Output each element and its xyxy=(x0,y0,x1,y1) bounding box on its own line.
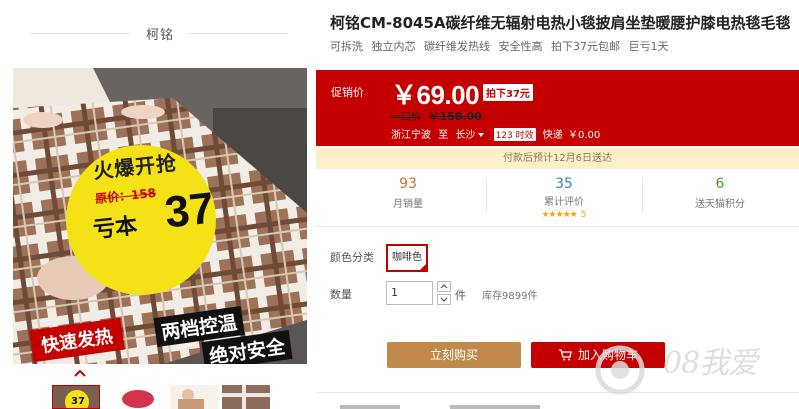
selected-check-icon xyxy=(418,262,428,272)
shop-header-rule-right xyxy=(188,33,288,34)
ship-from: 浙江宁波 xyxy=(391,130,431,141)
stat-tmall-points: 6 送天猫积分 xyxy=(642,172,798,210)
quantity-decrease-button[interactable] xyxy=(437,294,451,305)
stat-reviews[interactable]: 35 累计评价 ★★★★★ 5 xyxy=(486,172,642,220)
thumbnail-1-label: 37 xyxy=(71,396,85,407)
thumbnail-1[interactable]: 37 xyxy=(52,385,100,409)
product-title: 柯铭CM-8045A碳纤维无辐射电热小毯披肩坐垫暖腰护膝电热毯毛毯 xyxy=(330,14,791,32)
add-to-cart-button[interactable]: 加入购物车 xyxy=(531,342,665,368)
current-price: ￥69.00 xyxy=(391,80,480,110)
main-product-image[interactable]: 火爆开抢 原价：158 亏本 37 快速发热 两档控温 绝对安全 xyxy=(13,68,307,364)
thumbnail-2[interactable] xyxy=(116,385,164,409)
shop-header: 柯铭 xyxy=(0,14,320,50)
delivery-estimate: 付款后预计12月6日送达 xyxy=(316,148,799,169)
buy-now-button[interactable]: 立刻购买 xyxy=(387,342,521,368)
tag: 碳纤维发热线 xyxy=(424,40,490,53)
color-option-coffee[interactable]: 咖啡色 xyxy=(386,244,428,272)
reviews-label: 累计评价 xyxy=(544,197,584,208)
reviews-value: 35 xyxy=(555,176,573,192)
ship-to-select[interactable]: 长沙 xyxy=(455,130,475,141)
star-icons: ★★★★★ xyxy=(541,210,577,220)
quantity-input[interactable]: 1 xyxy=(386,281,433,305)
watermark-text: 08我爱 xyxy=(663,346,758,381)
stats-row: 93 月销量 35 累计评价 ★★★★★ 5 6 送天猫积分 xyxy=(330,172,799,224)
stats-divider-line xyxy=(316,226,799,227)
quantity-increase-button[interactable] xyxy=(437,281,451,292)
product-tags: 可拆洗 独立内芯 碳纤维发热线 安全性高 拍下37元包邮 巨亏1天 xyxy=(330,38,674,54)
color-option-label: 咖啡色 xyxy=(392,252,422,263)
tag: 安全性高 xyxy=(498,40,543,53)
star-count: 5 xyxy=(580,210,587,220)
delivery-time-badge: 123 时效 xyxy=(493,128,536,141)
promo-price-number: 37 xyxy=(162,183,217,238)
stat-monthly-sales: 93 月销量 xyxy=(330,172,486,210)
add-to-cart-label: 加入购物车 xyxy=(577,348,638,362)
caret-up-icon xyxy=(440,284,448,289)
ship-method: 快递 xyxy=(542,130,563,141)
caret-down-icon xyxy=(440,297,448,302)
tag: 独立内芯 xyxy=(371,40,416,53)
tmall-points-label: 送天猫积分 xyxy=(695,199,745,210)
cropped-content xyxy=(450,405,540,409)
chevron-down-icon[interactable] xyxy=(478,132,485,137)
thumbnail-3-image xyxy=(170,385,218,409)
ship-to-label: 至 xyxy=(438,130,449,141)
chevron-up-icon[interactable] xyxy=(74,368,86,378)
thumbnail-3[interactable] xyxy=(170,385,218,409)
original-price: ￥158.00 xyxy=(428,110,482,123)
thumbnail-4[interactable] xyxy=(222,385,270,409)
original-price-row: 一口价 ￥158.00 xyxy=(391,108,482,124)
cart-icon xyxy=(558,348,572,360)
ship-fee: ￥0.00 xyxy=(567,130,601,141)
color-label: 颜色分类 xyxy=(330,251,374,264)
price-label: 促销价 xyxy=(331,86,364,99)
tag: 可拆洗 xyxy=(330,40,363,53)
quantity-label: 数量 xyxy=(330,288,352,301)
promo-line2: 亏本 xyxy=(92,213,139,244)
discount-badge: 拍下37元 xyxy=(483,84,533,101)
thumbnail-2-image xyxy=(116,385,164,409)
tag: 拍下37元包邮 xyxy=(551,40,620,53)
price-panel: 促销价 ￥69.00 拍下37元 一口价 ￥158.00 浙江宁波 至 长沙 1… xyxy=(316,70,799,146)
cropped-content xyxy=(340,405,400,409)
thumbnail-strip: 37 xyxy=(52,385,322,409)
tmall-points-value: 6 xyxy=(715,176,725,192)
rating-stars: ★★★★★ 5 xyxy=(486,210,642,220)
tag: 巨亏1天 xyxy=(628,40,669,53)
shipping-row: 浙江宁波 至 长沙 123 时效 快递 ￥0.00 xyxy=(391,126,600,141)
thumbnail-4-image xyxy=(222,385,270,409)
quantity-unit: 件 xyxy=(455,289,466,302)
monthly-sales-value: 93 xyxy=(399,176,417,192)
original-price-label: 一口价 xyxy=(391,112,421,123)
monthly-sales-label: 月销量 xyxy=(393,199,423,210)
stock-count: 库存9899件 xyxy=(482,291,538,302)
section-divider xyxy=(316,392,799,393)
